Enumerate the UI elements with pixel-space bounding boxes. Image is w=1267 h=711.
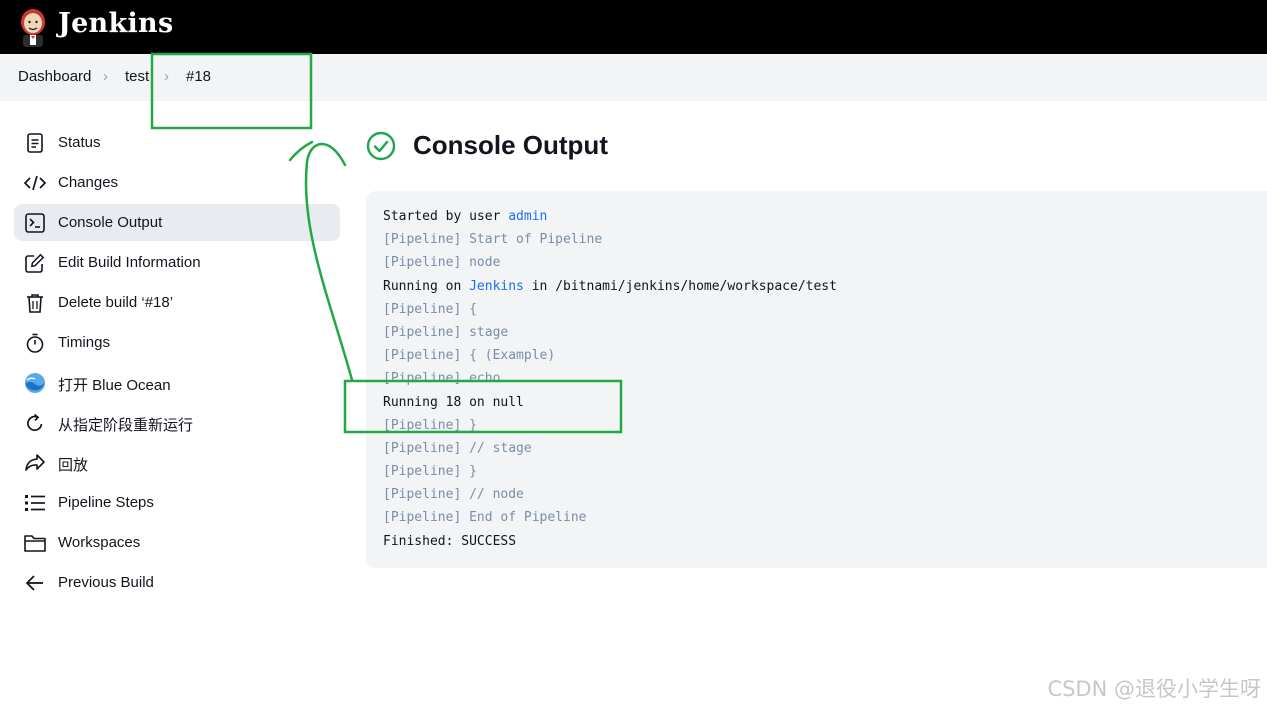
console-link[interactable]: Jenkins bbox=[469, 279, 524, 294]
console-line: [Pipeline] echo bbox=[383, 370, 1267, 393]
list-icon bbox=[24, 492, 46, 514]
sidebar-item-blue-ocean[interactable]: 打开 Blue Ocean bbox=[14, 364, 340, 401]
console-text: Finished: SUCCESS bbox=[383, 533, 517, 549]
sidebar-item-previous-build[interactable]: Previous Build bbox=[14, 564, 340, 601]
breadcrumb: Dashboard › test › #18 bbox=[0, 54, 1267, 101]
console-line: Finished: SUCCESS bbox=[383, 533, 1267, 556]
code-icon bbox=[24, 172, 46, 194]
folder-icon bbox=[24, 532, 46, 554]
sidebar-item-label: 打开 Blue Ocean bbox=[58, 377, 171, 394]
console-line: [Pipeline] node bbox=[383, 254, 1267, 277]
top-header: Jenkins bbox=[0, 0, 1267, 54]
sidebar-item-label: Timings bbox=[58, 334, 110, 351]
sidebar-item-label: Console Output bbox=[58, 214, 163, 231]
sidebar-item-label: Pipeline Steps bbox=[58, 494, 154, 511]
pipeline-step-text: [Pipeline] { (Example) bbox=[383, 348, 556, 364]
sidebar-item-edit-build-information[interactable]: Edit Build Information bbox=[14, 244, 340, 281]
jenkins-butler-icon[interactable] bbox=[17, 5, 49, 49]
sidebar-item-label: Previous Build bbox=[58, 574, 154, 591]
sidebar-item-label: 回放 bbox=[58, 457, 89, 474]
sidebar: Status Changes Console Output Edit Build… bbox=[14, 124, 340, 604]
terminal-icon bbox=[24, 212, 46, 234]
pipeline-step-text: [Pipeline] { bbox=[383, 301, 477, 317]
brand-title[interactable]: Jenkins bbox=[58, 8, 173, 39]
arrow-left-icon bbox=[24, 572, 46, 594]
console-line: [Pipeline] } bbox=[383, 417, 1267, 440]
sidebar-item-delete-build[interactable]: Delete build ‘#18’ bbox=[14, 284, 340, 321]
console-line: Running on Jenkins in /bitnami/jenkins/h… bbox=[383, 278, 1267, 301]
restart-icon bbox=[24, 412, 46, 434]
console-line: [Pipeline] { (Example) bbox=[383, 347, 1267, 370]
sidebar-item-label: Workspaces bbox=[58, 534, 141, 551]
console-line: Started by user admin bbox=[383, 208, 1267, 231]
sidebar-item-restart-from-stage[interactable]: 从指定阶段重新运行 bbox=[14, 404, 340, 441]
console-line: [Pipeline] } bbox=[383, 463, 1267, 486]
sidebar-item-workspaces[interactable]: Workspaces bbox=[14, 524, 340, 561]
pipeline-step-text: [Pipeline] End of Pipeline bbox=[383, 510, 587, 526]
breadcrumb-dashboard[interactable]: Dashboard bbox=[18, 68, 91, 85]
console-text: Running on bbox=[383, 278, 470, 294]
sidebar-item-changes[interactable]: Changes bbox=[14, 164, 340, 201]
console-text: in /bitnami/jenkins/home/workspace/test bbox=[523, 278, 837, 294]
sidebar-item-replay[interactable]: 回放 bbox=[14, 444, 340, 481]
page-title: Console Output bbox=[413, 130, 608, 160]
sidebar-item-label: Changes bbox=[58, 174, 119, 191]
success-check-icon bbox=[366, 131, 396, 161]
breadcrumb-job-test[interactable]: test bbox=[125, 68, 149, 85]
sidebar-item-label: Delete build ‘#18’ bbox=[58, 294, 174, 311]
console-line: [Pipeline] Start of Pipeline bbox=[383, 231, 1267, 254]
edit-icon bbox=[24, 252, 46, 274]
console-line: Running 18 on null bbox=[383, 394, 1267, 417]
pipeline-step-text: [Pipeline] Start of Pipeline bbox=[383, 232, 603, 248]
pipeline-step-text: [Pipeline] stage bbox=[383, 324, 509, 340]
console-output-panel[interactable]: Started by user admin [Pipeline] Start of… bbox=[366, 191, 1267, 568]
trash-icon bbox=[24, 292, 46, 314]
replay-icon bbox=[24, 452, 46, 474]
pipeline-step-text: [Pipeline] node bbox=[383, 255, 501, 271]
sidebar-item-status[interactable]: Status bbox=[14, 124, 340, 161]
chevron-right-icon: › bbox=[103, 68, 108, 85]
document-icon bbox=[24, 132, 46, 154]
pipeline-step-text: [Pipeline] } bbox=[383, 464, 477, 480]
console-text: Started by user bbox=[383, 209, 509, 224]
pipeline-step-text: [Pipeline] // node bbox=[383, 487, 524, 503]
stopwatch-icon bbox=[24, 332, 46, 354]
console-link[interactable]: admin bbox=[508, 209, 547, 224]
sidebar-item-console-output[interactable]: Console Output bbox=[14, 204, 340, 241]
sidebar-item-label: Status bbox=[58, 134, 101, 151]
pipeline-step-text: [Pipeline] } bbox=[383, 417, 477, 433]
chevron-right-icon: › bbox=[164, 68, 169, 85]
sidebar-item-label: 从指定阶段重新运行 bbox=[58, 417, 194, 434]
pipeline-step-text: [Pipeline] echo bbox=[383, 371, 501, 387]
console-line: [Pipeline] // stage bbox=[383, 440, 1267, 463]
sidebar-item-pipeline-steps[interactable]: Pipeline Steps bbox=[14, 484, 340, 521]
blue-ocean-icon bbox=[24, 372, 46, 394]
breadcrumb-build-number[interactable]: #18 bbox=[186, 68, 211, 85]
pipeline-step-text: [Pipeline] // stage bbox=[383, 440, 532, 456]
console-line: [Pipeline] stage bbox=[383, 324, 1267, 347]
watermark: CSDN @退役小学生呀 bbox=[1047, 677, 1261, 701]
console-line: [Pipeline] // node bbox=[383, 486, 1267, 509]
sidebar-item-label: Edit Build Information bbox=[58, 254, 201, 271]
console-line: [Pipeline] { bbox=[383, 301, 1267, 324]
console-text: Running 18 on null bbox=[383, 394, 524, 410]
console-line: [Pipeline] End of Pipeline bbox=[383, 509, 1267, 532]
sidebar-item-timings[interactable]: Timings bbox=[14, 324, 340, 361]
